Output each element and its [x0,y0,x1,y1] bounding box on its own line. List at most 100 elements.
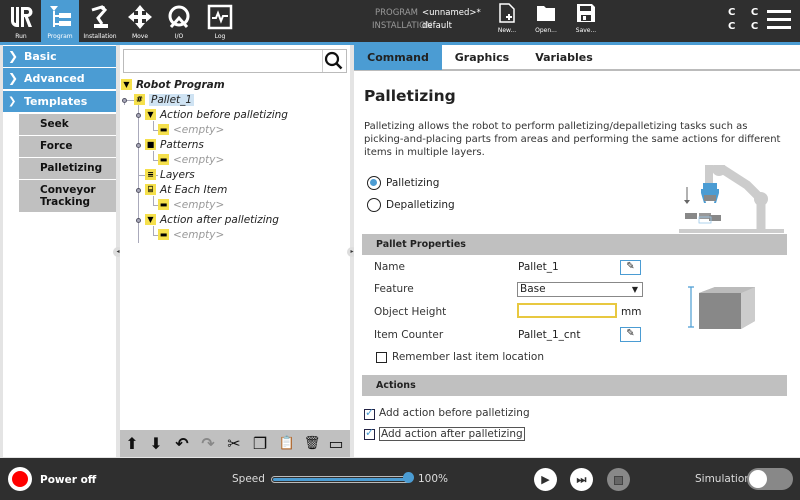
expand-pin-icon[interactable] [122,98,127,103]
copy-button[interactable]: ❐ [250,434,270,454]
delete-button[interactable]: 🗑 [302,434,322,454]
suppress-button[interactable]: ▭ [326,434,346,454]
edit-counter-button[interactable]: ✎ [620,327,641,342]
description: Palletizing allows the robot to perform … [364,121,781,158]
move-down-button[interactable]: ⬇ [146,434,166,454]
empty-icon: ▬ [158,228,169,240]
hamburger-menu-icon[interactable] [767,10,791,30]
empty-icon: ▬ [158,198,169,210]
action-after-checkbox[interactable] [364,426,375,440]
nav-move[interactable]: Move [121,0,159,42]
tree-root[interactable]: ▼ Robot Program [121,78,225,93]
sidebar-category-advanced[interactable]: ❯ Advanced [3,68,116,89]
move-up-button[interactable]: ⬆ [122,434,142,454]
tab-command[interactable]: Command [354,45,442,70]
open-button[interactable]: Open... [532,3,560,34]
speed-slider-fill [273,478,409,481]
suppress-icon: ▭ [328,434,344,453]
tab-variables[interactable]: Variables [522,45,606,70]
object-height-input[interactable] [517,303,617,318]
category-label: Templates [24,95,88,108]
tab-graphics[interactable]: Graphics [442,45,522,70]
paste-button[interactable]: 📋 [277,434,297,454]
tree-line [124,103,125,105]
speed-slider-handle[interactable] [403,472,414,483]
sidebar: ❯ Basic ❯ Advanced ❯ Templates Seek Forc… [3,45,116,457]
expand-pin-icon[interactable] [136,188,141,193]
nav-run[interactable]: Run [2,0,40,42]
command-panel: Command Graphics Variables Palletizing P… [354,45,800,457]
tree-node-label: Action after palletizing [160,214,279,226]
tree-node[interactable]: ⌸ At Each Item [145,183,227,198]
scissors-icon: ✂ [227,434,241,453]
tree-node-empty[interactable]: ▬ <empty> [158,153,224,168]
tree-node-empty[interactable]: ▬ <empty> [158,228,224,243]
nav-log[interactable]: Log [201,0,239,42]
folder-icon [537,6,555,21]
expand-pin-icon[interactable] [136,218,141,223]
tree-node-label: Pallet_1 [149,94,195,106]
template-force[interactable]: Force [19,136,116,157]
tree-search-input[interactable] [123,49,347,73]
nav-program[interactable]: Program [41,0,79,42]
action-before-checkbox[interactable] [364,406,375,420]
template-label: Force [40,140,73,152]
open-label: Open... [535,27,557,34]
pallet-properties-header: Pallet Properties [362,234,787,255]
remember-location-label[interactable]: Remember last item location [392,351,544,363]
paste-icon: 📋 [278,436,296,451]
item-icon: ⌸ [145,183,156,195]
power-label[interactable]: Power off [40,474,96,486]
sidebar-category-basic[interactable]: ❯ Basic [3,46,116,67]
radio-depalletizing[interactable] [367,198,381,212]
nav-installation[interactable]: Installation [81,0,119,42]
action-after-label[interactable]: Add action after palletizing [379,427,525,441]
tree-node[interactable]: ▼ Action after palletizing [145,213,279,228]
step-button[interactable]: ⏭ [570,468,593,491]
tree-node-pallet[interactable]: # Pallet_1 [134,93,195,108]
radio-palletizing-label[interactable]: Palletizing [386,177,439,189]
pencil-icon: ✎ [626,328,635,339]
feature-dropdown[interactable]: Base ▼ [517,282,643,297]
power-button[interactable] [8,467,32,491]
tree-node-label: Action before palletizing [160,109,288,121]
speed-label: Speed [232,473,265,485]
tree-node-empty[interactable]: ▬ <empty> [158,123,224,138]
empty-icon: ▬ [158,123,169,135]
remember-location-checkbox[interactable] [376,352,387,363]
sidebar-category-templates[interactable]: ❯ Templates [3,91,116,112]
radio-palletizing[interactable] [367,176,381,190]
robot-arm-icon [91,5,108,28]
nav-io-label: I/O [174,33,184,40]
simulation-toggle[interactable] [747,468,793,490]
edit-name-button[interactable]: ✎ [620,260,641,275]
chevron-right-icon: ❯ [8,71,19,85]
tree-node-label: <empty> [173,124,225,136]
undo-button[interactable]: ↶ [172,434,192,454]
tree-node[interactable]: ▼ Action before palletizing [145,108,288,123]
action-before-label[interactable]: Add action before palletizing [379,407,530,419]
new-button[interactable]: New... [493,3,521,34]
cut-button[interactable]: ✂ [224,434,244,454]
radio-depalletizing-label[interactable]: Depalletizing [386,199,455,211]
nav-io[interactable]: I/O [160,0,198,42]
tree-node[interactable]: ■ Patterns [145,138,204,153]
expand-pin-icon[interactable] [136,143,141,148]
play-button[interactable]: ▶ [534,468,557,491]
save-button[interactable]: Save... [572,3,600,34]
tree-node[interactable]: ≡ Layers [145,168,195,183]
tree-node-empty[interactable]: ▬ <empty> [158,198,224,213]
template-seek[interactable]: Seek [19,114,116,135]
top-bar: Run Program Installation Move I/O Log PR… [0,0,800,42]
template-palletizing[interactable]: Palletizing [19,158,116,179]
object-height-label: Object Height [374,306,447,318]
installation-label: INSTALLATION [372,21,433,31]
chevron-right-icon: ❯ [8,49,19,63]
search-button[interactable] [322,50,346,72]
template-conveyor-tracking[interactable]: Conveyor Tracking [19,180,116,212]
expand-pin-icon[interactable] [136,113,141,118]
triangle-down-icon: ▼ [145,108,156,120]
speed-slider[interactable] [271,476,411,483]
template-label: Seek [40,118,69,130]
nav-log-label: Log [214,33,226,40]
